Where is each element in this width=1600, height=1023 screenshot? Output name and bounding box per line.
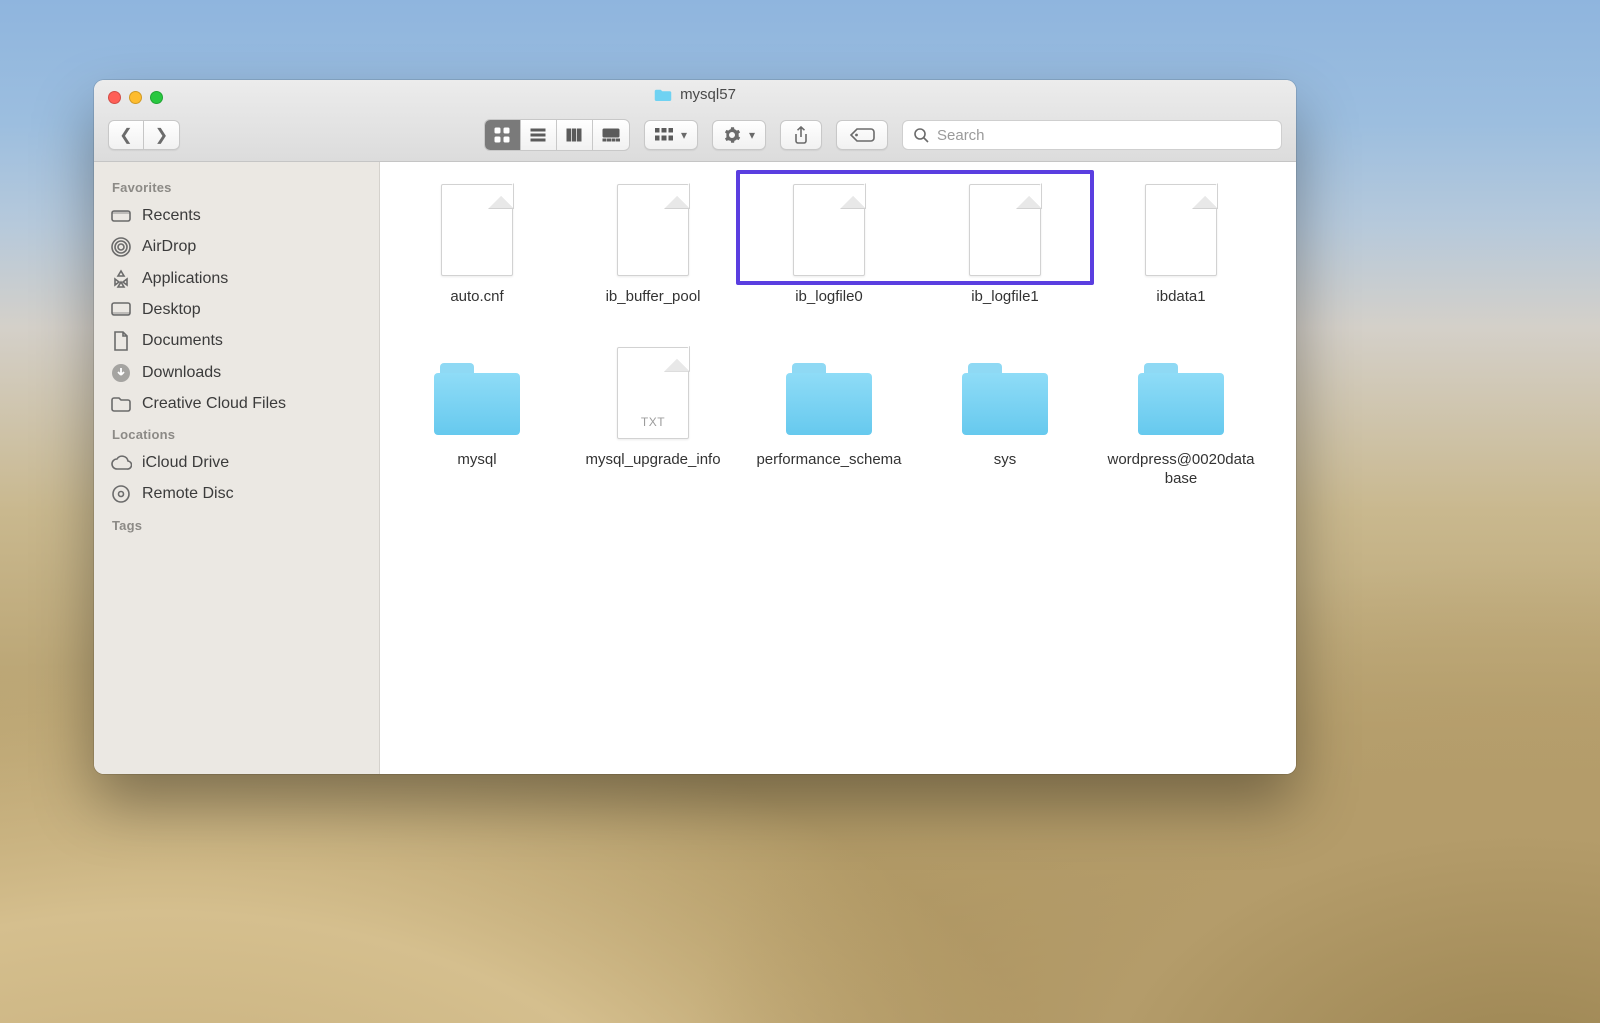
sidebar-item-label: Documents bbox=[142, 332, 223, 350]
item-label: auto.cnf bbox=[402, 288, 552, 307]
zoom-button[interactable] bbox=[150, 91, 163, 104]
titlebar-top: mysql57 bbox=[94, 80, 1296, 110]
item-label: sys bbox=[930, 451, 1080, 470]
sidebar-item-downloads[interactable]: Downloads bbox=[94, 357, 379, 389]
item-label: performance_schema bbox=[754, 451, 904, 470]
item-label: mysql bbox=[402, 451, 552, 470]
file-icon bbox=[786, 180, 872, 280]
toolbar: ❮ ❯ bbox=[94, 110, 1296, 161]
item-label: ibdata1 bbox=[1106, 288, 1256, 307]
search-input[interactable] bbox=[937, 127, 1271, 144]
folder-icon bbox=[654, 88, 672, 102]
item-label: ib_buffer_pool bbox=[578, 288, 728, 307]
file-icon bbox=[610, 180, 696, 280]
search-icon bbox=[913, 127, 929, 143]
traffic-lights bbox=[108, 91, 163, 104]
tags-button[interactable] bbox=[836, 120, 888, 150]
sidebar-item-recents[interactable]: Recents bbox=[94, 201, 379, 231]
sidebar-item-applications[interactable]: Applications bbox=[94, 263, 379, 295]
desktop-icon bbox=[110, 302, 132, 318]
sidebar-item-label: Applications bbox=[142, 270, 228, 288]
sidebar: Favorites Recents AirDrop Applications bbox=[94, 162, 380, 774]
close-button[interactable] bbox=[108, 91, 121, 104]
sidebar-item-desktop[interactable]: Desktop bbox=[94, 295, 379, 325]
folder-item[interactable]: mysql bbox=[394, 343, 560, 489]
folder-icon bbox=[962, 343, 1048, 443]
view-columns-button[interactable] bbox=[557, 120, 593, 150]
gear-icon bbox=[723, 126, 741, 144]
sidebar-header-favorites: Favorites bbox=[94, 172, 379, 201]
sidebar-header-tags: Tags bbox=[94, 510, 379, 539]
action-dropdown[interactable]: ▾ bbox=[712, 120, 766, 150]
item-label: wordpress@0020database bbox=[1106, 451, 1256, 489]
folder-item[interactable]: performance_schema bbox=[746, 343, 912, 489]
downloads-icon bbox=[110, 363, 132, 383]
folder-icon bbox=[110, 396, 132, 412]
view-mode-segment bbox=[484, 119, 630, 151]
sidebar-item-label: Desktop bbox=[142, 301, 201, 319]
window-body: Favorites Recents AirDrop Applications bbox=[94, 162, 1296, 774]
item-label: mysql_upgrade_info bbox=[578, 451, 728, 470]
recents-icon bbox=[110, 208, 132, 224]
folder-item[interactable]: sys bbox=[922, 343, 1088, 489]
sidebar-item-icloud[interactable]: iCloud Drive bbox=[94, 448, 379, 478]
forward-button[interactable]: ❯ bbox=[144, 120, 180, 150]
window-title: mysql57 bbox=[654, 86, 736, 103]
share-icon bbox=[793, 126, 809, 144]
share-button[interactable] bbox=[780, 120, 822, 150]
sidebar-item-label: AirDrop bbox=[142, 238, 196, 256]
sidebar-item-label: Remote Disc bbox=[142, 485, 234, 503]
view-icons-button[interactable] bbox=[485, 120, 521, 150]
file-icon bbox=[434, 180, 520, 280]
sidebar-item-label: iCloud Drive bbox=[142, 454, 229, 472]
sidebar-header-locations: Locations bbox=[94, 419, 379, 448]
sidebar-item-label: Creative Cloud Files bbox=[142, 395, 286, 413]
airdrop-icon bbox=[110, 237, 132, 257]
folder-icon bbox=[434, 343, 520, 443]
file-item[interactable]: auto.cnf bbox=[394, 180, 560, 307]
arrange-icon bbox=[655, 128, 673, 142]
sidebar-item-creative-cloud[interactable]: Creative Cloud Files bbox=[94, 389, 379, 419]
chevron-down-icon: ▾ bbox=[749, 128, 755, 142]
item-label: ib_logfile1 bbox=[930, 288, 1080, 307]
chevron-down-icon: ▾ bbox=[681, 128, 687, 142]
sidebar-item-label: Recents bbox=[142, 207, 201, 225]
sidebar-item-documents[interactable]: Documents bbox=[94, 325, 379, 357]
sidebar-item-airdrop[interactable]: AirDrop bbox=[94, 231, 379, 263]
file-item[interactable]: TXT mysql_upgrade_info bbox=[570, 343, 736, 489]
view-list-button[interactable] bbox=[521, 120, 557, 150]
sidebar-item-label: Downloads bbox=[142, 364, 221, 382]
file-item[interactable]: ib_buffer_pool bbox=[570, 180, 736, 307]
arrange-dropdown[interactable]: ▾ bbox=[644, 120, 698, 150]
file-icon: TXT bbox=[610, 343, 696, 443]
disc-icon bbox=[110, 484, 132, 504]
folder-icon bbox=[786, 343, 872, 443]
search-field[interactable] bbox=[902, 120, 1282, 150]
cloud-icon bbox=[110, 455, 132, 471]
folder-icon bbox=[1138, 343, 1224, 443]
file-icon bbox=[1138, 180, 1224, 280]
applications-icon bbox=[110, 269, 132, 289]
file-grid[interactable]: auto.cnf ib_buffer_pool ib_logfile0 ib_logf… bbox=[380, 162, 1296, 774]
nav-buttons: ❮ ❯ bbox=[108, 120, 180, 150]
window-title-text: mysql57 bbox=[680, 86, 736, 103]
file-icon bbox=[962, 180, 1048, 280]
item-label: ib_logfile0 bbox=[754, 288, 904, 307]
back-button[interactable]: ❮ bbox=[108, 120, 144, 150]
minimize-button[interactable] bbox=[129, 91, 142, 104]
folder-item[interactable]: wordpress@0020database bbox=[1098, 343, 1264, 489]
titlebar: mysql57 ❮ ❯ bbox=[94, 80, 1296, 162]
file-item[interactable]: ib_logfile0 bbox=[746, 180, 912, 307]
file-item[interactable]: ib_logfile1 bbox=[922, 180, 1088, 307]
finder-window: mysql57 ❮ ❯ bbox=[94, 80, 1296, 774]
documents-icon bbox=[110, 331, 132, 351]
sidebar-item-remote-disc[interactable]: Remote Disc bbox=[94, 478, 379, 510]
tag-icon bbox=[849, 127, 875, 143]
file-item[interactable]: ibdata1 bbox=[1098, 180, 1264, 307]
view-gallery-button[interactable] bbox=[593, 120, 629, 150]
